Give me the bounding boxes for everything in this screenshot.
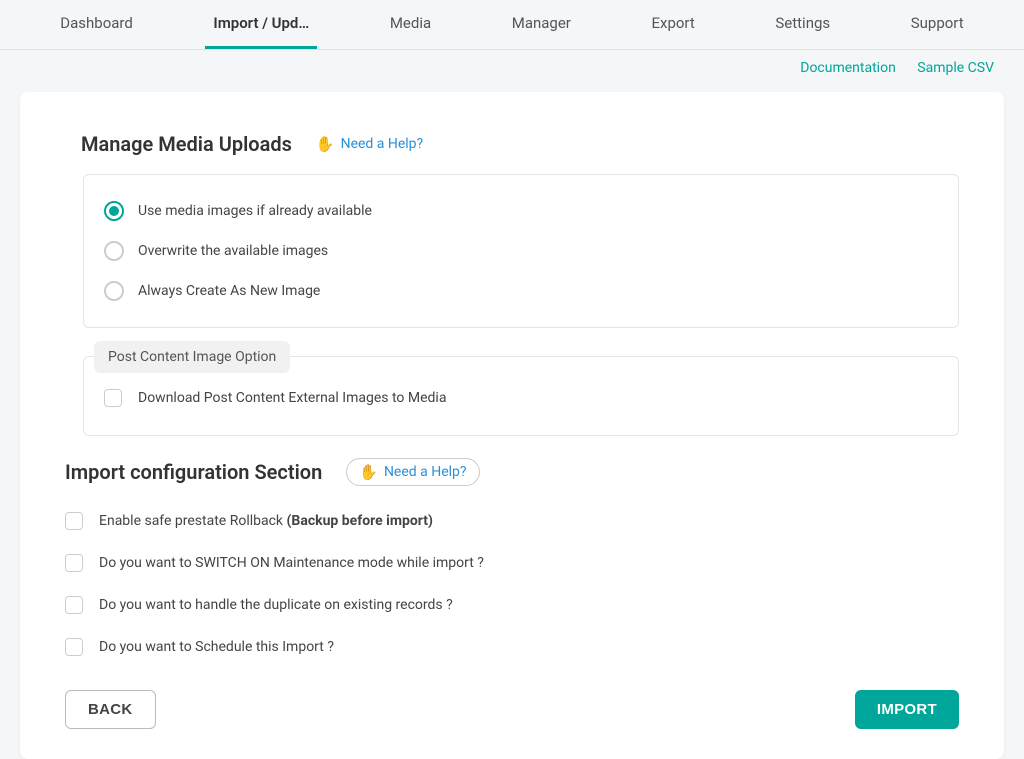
post-content-legend: Post Content Image Option bbox=[94, 341, 290, 373]
radio-use-existing-label: Use media images if already available bbox=[138, 203, 372, 219]
checkbox-rollback-label: Enable safe prestate Rollback (Backup be… bbox=[99, 513, 433, 529]
media-radio-group: Use media images if already available Ov… bbox=[83, 174, 959, 328]
checkbox-maintenance[interactable]: Do you want to SWITCH ON Maintenance mod… bbox=[65, 542, 959, 584]
help-link-config-label: Need a Help? bbox=[384, 464, 467, 480]
hand-icon: ✋ bbox=[359, 463, 378, 481]
config-section-title: Import configuration Section bbox=[65, 460, 322, 484]
link-sample-csv[interactable]: Sample CSV bbox=[917, 60, 994, 76]
checkbox-maintenance-label: Do you want to SWITCH ON Maintenance mod… bbox=[99, 555, 484, 571]
sublink-bar: Documentation Sample CSV bbox=[0, 50, 1024, 82]
media-section-header: Manage Media Uploads ✋ Need a Help? bbox=[81, 132, 959, 156]
config-section-header: Import configuration Section ✋ Need a He… bbox=[65, 458, 959, 486]
import-button[interactable]: IMPORT bbox=[855, 690, 959, 729]
radio-overwrite-label: Overwrite the available images bbox=[138, 243, 328, 259]
button-row: BACK IMPORT bbox=[65, 690, 959, 729]
back-button[interactable]: BACK bbox=[65, 690, 156, 729]
help-link-config[interactable]: ✋ Need a Help? bbox=[346, 458, 479, 486]
radio-icon bbox=[104, 201, 124, 221]
checkbox-download-external-label: Download Post Content External Images to… bbox=[138, 390, 446, 406]
tab-import[interactable]: Import / Upd… bbox=[205, 0, 317, 49]
config-checkbox-group: Enable safe prestate Rollback (Backup be… bbox=[65, 500, 959, 668]
checkbox-icon bbox=[65, 596, 83, 614]
checkbox-icon bbox=[65, 512, 83, 530]
hand-icon: ✋ bbox=[316, 135, 335, 153]
radio-create-new[interactable]: Always Create As New Image bbox=[104, 271, 938, 311]
help-link-media[interactable]: ✋ Need a Help? bbox=[316, 135, 423, 153]
tab-dashboard[interactable]: Dashboard bbox=[52, 0, 141, 49]
radio-icon bbox=[104, 241, 124, 261]
checkbox-download-external[interactable]: Download Post Content External Images to… bbox=[104, 379, 938, 417]
tab-export[interactable]: Export bbox=[643, 0, 702, 49]
post-content-fieldset: Post Content Image Option Download Post … bbox=[83, 356, 959, 436]
checkbox-icon bbox=[65, 554, 83, 572]
checkbox-icon bbox=[104, 389, 122, 407]
checkbox-duplicate[interactable]: Do you want to handle the duplicate on e… bbox=[65, 584, 959, 626]
checkbox-schedule-label: Do you want to Schedule this Import ? bbox=[99, 639, 334, 655]
tab-settings[interactable]: Settings bbox=[767, 0, 838, 49]
tab-bar: Dashboard Import / Upd… Media Manager Ex… bbox=[0, 0, 1024, 50]
tab-support[interactable]: Support bbox=[903, 0, 972, 49]
radio-use-existing[interactable]: Use media images if already available bbox=[104, 191, 938, 231]
help-link-media-label: Need a Help? bbox=[341, 136, 424, 152]
tab-manager[interactable]: Manager bbox=[504, 0, 579, 49]
link-documentation[interactable]: Documentation bbox=[800, 60, 896, 76]
radio-overwrite[interactable]: Overwrite the available images bbox=[104, 231, 938, 271]
checkbox-duplicate-label: Do you want to handle the duplicate on e… bbox=[99, 597, 453, 613]
media-section-title: Manage Media Uploads bbox=[81, 132, 292, 156]
checkbox-icon bbox=[65, 638, 83, 656]
checkbox-schedule[interactable]: Do you want to Schedule this Import ? bbox=[65, 626, 959, 668]
radio-icon bbox=[104, 281, 124, 301]
radio-create-new-label: Always Create As New Image bbox=[138, 283, 320, 299]
main-card: Manage Media Uploads ✋ Need a Help? Use … bbox=[20, 92, 1004, 759]
checkbox-rollback[interactable]: Enable safe prestate Rollback (Backup be… bbox=[65, 500, 959, 542]
tab-media[interactable]: Media bbox=[382, 0, 439, 49]
